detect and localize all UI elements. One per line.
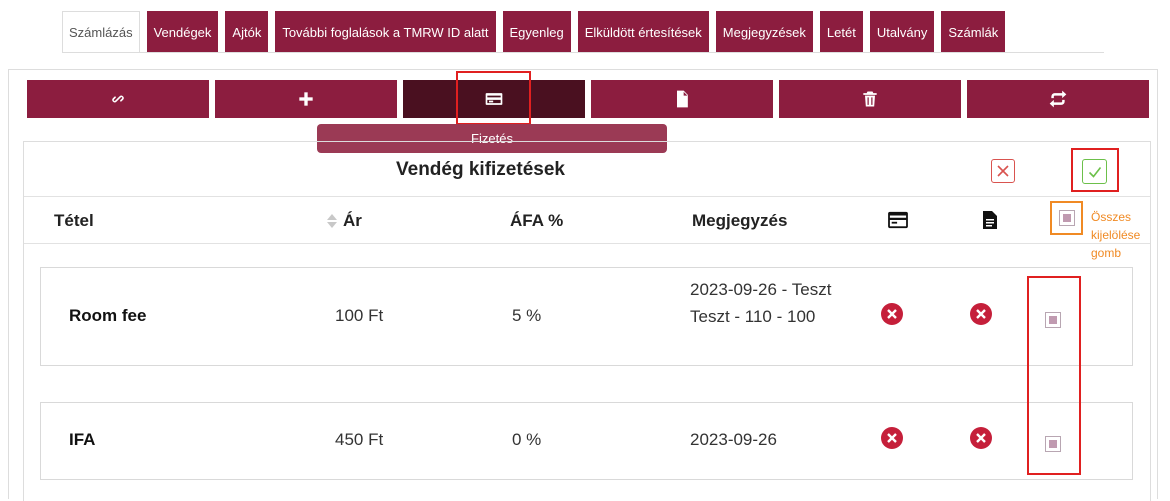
tab-megjegyzesek[interactable]: Megjegyzések	[715, 11, 813, 53]
tab-szamlak[interactable]: Számlák	[941, 11, 1006, 53]
tab-szamlazas[interactable]: Számlázás	[62, 11, 140, 53]
confirm-highlight	[1071, 148, 1119, 192]
row-vat: 0 %	[512, 430, 542, 449]
plus-icon	[299, 92, 313, 106]
tab-divider	[62, 52, 1104, 53]
header-bottom-divider	[24, 243, 1150, 244]
invoice-icon	[983, 211, 997, 229]
tab-ajtok[interactable]: Ajtók	[225, 11, 269, 53]
row-checkboxes-highlight	[1027, 276, 1081, 475]
tab-vendegek[interactable]: Vendégek	[146, 11, 219, 53]
link-icon	[112, 95, 124, 103]
table-row	[40, 402, 1133, 480]
tab-letet[interactable]: Letét	[819, 11, 863, 53]
header-divider	[24, 196, 1150, 197]
row-note: 2023-09-26 - Teszt Teszt - 110 - 100	[690, 280, 832, 326]
x-icon	[887, 433, 897, 443]
row-price: 100 Ft	[335, 306, 384, 325]
invoice-status-icon	[970, 303, 992, 325]
credit-card-icon	[888, 211, 908, 229]
payment-highlight	[456, 71, 531, 125]
header-item: Tétel	[54, 211, 94, 230]
tab-elkuldott-ertesitesek[interactable]: Elküldött értesítések	[577, 11, 709, 53]
section-title: Vendég kifizetések	[396, 159, 565, 180]
header-vat: ÁFA %	[510, 211, 564, 230]
invoice-status-icon	[970, 427, 992, 449]
table-row	[40, 267, 1133, 366]
link-button[interactable]	[27, 80, 209, 118]
payment-status-icon	[881, 303, 903, 325]
delete-button[interactable]	[779, 80, 961, 118]
invoice-button[interactable]	[591, 80, 773, 118]
header-note: Megjegyzés	[692, 211, 788, 230]
trash-icon	[863, 91, 877, 107]
add-button[interactable]	[215, 80, 397, 118]
tab-utalvany[interactable]: Utalvány	[869, 11, 935, 53]
x-icon	[887, 309, 897, 319]
transfer-button[interactable]	[967, 80, 1149, 118]
x-icon	[976, 309, 986, 319]
cancel-button[interactable]	[991, 159, 1015, 183]
invoice-icon	[677, 90, 688, 108]
header-price[interactable]: Ár	[343, 211, 362, 231]
select-all-annotation: Összes kijelölése gomb	[1091, 210, 1141, 260]
x-icon	[976, 433, 986, 443]
row-item: Room fee	[69, 306, 147, 325]
action-toolbar	[27, 80, 1149, 118]
select-all-highlight	[1050, 201, 1083, 235]
tab-tovabbi-foglalasok[interactable]: További foglalások a TMRW ID alatt	[275, 11, 496, 53]
row-item: IFA	[69, 430, 96, 449]
tab-bar: Számlázás Vendégek Ajtók További foglalá…	[62, 11, 1006, 53]
row-vat: 5 %	[512, 306, 542, 325]
close-icon	[997, 165, 1009, 177]
payment-status-icon	[881, 427, 903, 449]
exchange-icon	[1049, 90, 1067, 108]
row-price: 450 Ft	[335, 430, 384, 449]
sort-icon[interactable]	[326, 212, 338, 230]
row-note: 2023-09-26	[690, 430, 777, 449]
tab-egyenleg[interactable]: Egyenleg	[502, 11, 571, 53]
